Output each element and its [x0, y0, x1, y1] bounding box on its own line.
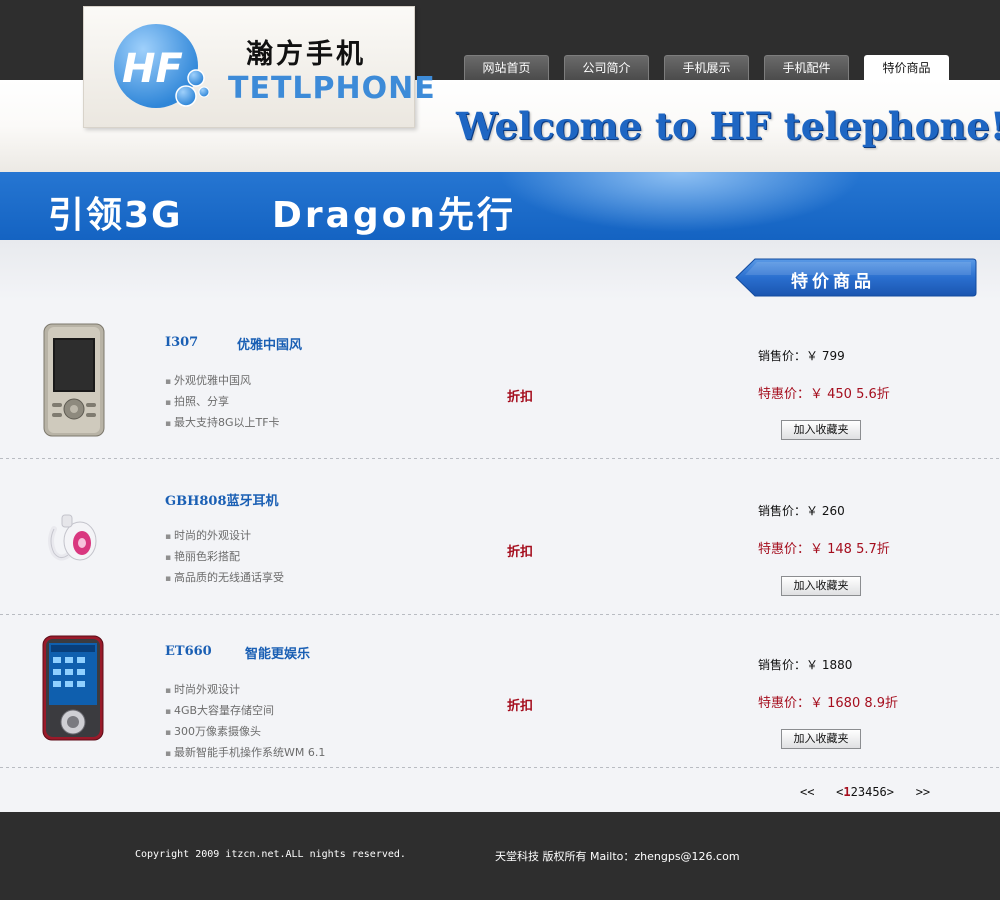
discount-label: 折扣 [507, 545, 534, 560]
nav-specials[interactable]: 特价商品 [864, 55, 949, 80]
bluetooth-headset-image[interactable] [46, 511, 102, 569]
product-feature: 4GB大容量存储空间 [165, 702, 274, 718]
discount-label: 折扣 [507, 390, 534, 405]
banner-slogan-3g: 引领3G [48, 195, 183, 236]
discount-label: 折扣 [507, 699, 534, 714]
pager-first-button[interactable]: << [800, 785, 814, 799]
add-to-favorites-button[interactable]: 加入收藏夹 [781, 576, 861, 596]
welcome-headline: Welcome to HF telephone! [456, 104, 1000, 148]
pager-page-3[interactable]: 3 [858, 785, 865, 799]
logo-chinese-name: 瀚方手机 [246, 39, 366, 70]
product-model[interactable]: ET660 [165, 644, 212, 659]
pager-page-5[interactable]: 5 [872, 785, 879, 799]
product-feature: 时尚外观设计 [165, 681, 240, 697]
product-feature: 高品质的无线通话享受 [165, 569, 284, 585]
footer-owner-contact[interactable]: 天堂科技 版权所有 Mailto：zhengps@126.com [495, 848, 740, 864]
product-feature: 300万像素摄像头 [165, 723, 261, 739]
product-feature: 最新智能手机操作系统WM 6.1 [165, 744, 325, 760]
product-model[interactable]: I307 [165, 335, 198, 350]
product-slogan: 智能更娱乐 [245, 647, 311, 662]
row-divider [0, 767, 1000, 768]
product-feature: 拍照、分享 [165, 393, 229, 409]
product-slogan: 优雅中国风 [237, 338, 303, 353]
product-feature: 最大支持8G以上TF卡 [165, 414, 280, 430]
product-feature: 时尚的外观设计 [165, 527, 251, 543]
section-title-tag: 特价商品 [735, 258, 977, 297]
sale-price: 销售价：￥ 260 [758, 504, 845, 518]
nav-accessories[interactable]: 手机配件 [764, 55, 849, 80]
phone-et660-image[interactable] [42, 635, 104, 741]
footer: Copyright 2009 itzcn.net.ALL nights rese… [0, 812, 1000, 900]
add-to-favorites-button[interactable]: 加入收藏夹 [781, 729, 861, 749]
banner-slogan-dragon: Dragon先行 [272, 195, 517, 236]
section-title: 特价商品 [791, 272, 875, 292]
product-row: ET660 智能更娱乐 时尚外观设计 4GB大容量存储空间 300万像素摄像头 … [0, 615, 1000, 768]
product-row: I307 优雅中国风 外观优雅中国风 拍照、分享 最大支持8G以上TF卡 折扣 … [0, 300, 1000, 459]
product-feature: 艳丽色彩搭配 [165, 548, 240, 564]
special-price: 特惠价：￥ 450 5.6折 [758, 387, 890, 402]
footer-copyright: Copyright 2009 itzcn.net.ALL nights rese… [135, 849, 406, 860]
pagination: << <123456> >> [800, 785, 930, 799]
special-price: 特惠价：￥ 1680 8.9折 [758, 696, 899, 711]
pager-page-6[interactable]: 6 [880, 785, 887, 799]
nav-phones[interactable]: 手机展示 [664, 55, 749, 80]
phone-i307-image[interactable] [43, 323, 105, 437]
nav-home[interactable]: 网站首页 [464, 55, 549, 80]
product-row: GBH808蓝牙耳机 时尚的外观设计 艳丽色彩搭配 高品质的无线通话享受 折扣 … [0, 459, 1000, 615]
product-model[interactable]: GBH808蓝牙耳机 [165, 490, 279, 509]
product-feature: 外观优雅中国风 [165, 372, 251, 388]
svg-text:HF: HF [122, 46, 183, 92]
hf-logo-icon: HF [114, 24, 210, 108]
special-price: 特惠价：￥ 148 5.7折 [758, 542, 890, 557]
pager-page-1[interactable]: 1 [843, 785, 850, 799]
sale-price: 销售价：￥ 799 [758, 349, 845, 363]
pager-last-button[interactable]: >> [916, 785, 930, 799]
add-to-favorites-button[interactable]: 加入收藏夹 [781, 420, 861, 440]
sale-price: 销售价：￥ 1880 [758, 658, 853, 672]
pager-page-2[interactable]: 2 [851, 785, 858, 799]
logo-english-name: TETLPHONE [228, 71, 436, 106]
nav-about[interactable]: 公司简介 [564, 55, 649, 80]
pager-next-button[interactable]: > [887, 785, 894, 799]
